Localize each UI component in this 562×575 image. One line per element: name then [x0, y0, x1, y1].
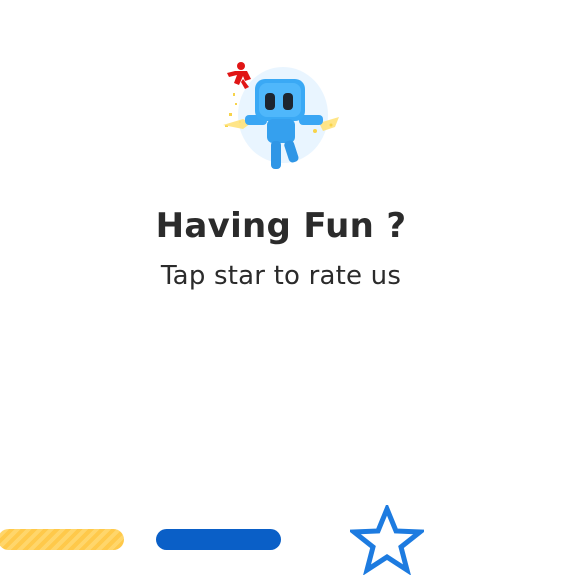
robot-mascot-icon [223, 62, 339, 169]
rate-us-screen: Having Fun ? Tap star to rate us [0, 0, 562, 575]
dialog-title: Having Fun ? [155, 206, 407, 246]
blue-bar [156, 529, 281, 550]
star-outline-icon[interactable] [350, 505, 424, 575]
dialog-subtitle: Tap star to rate us [160, 261, 402, 291]
yellow-progress-bar [0, 529, 124, 550]
